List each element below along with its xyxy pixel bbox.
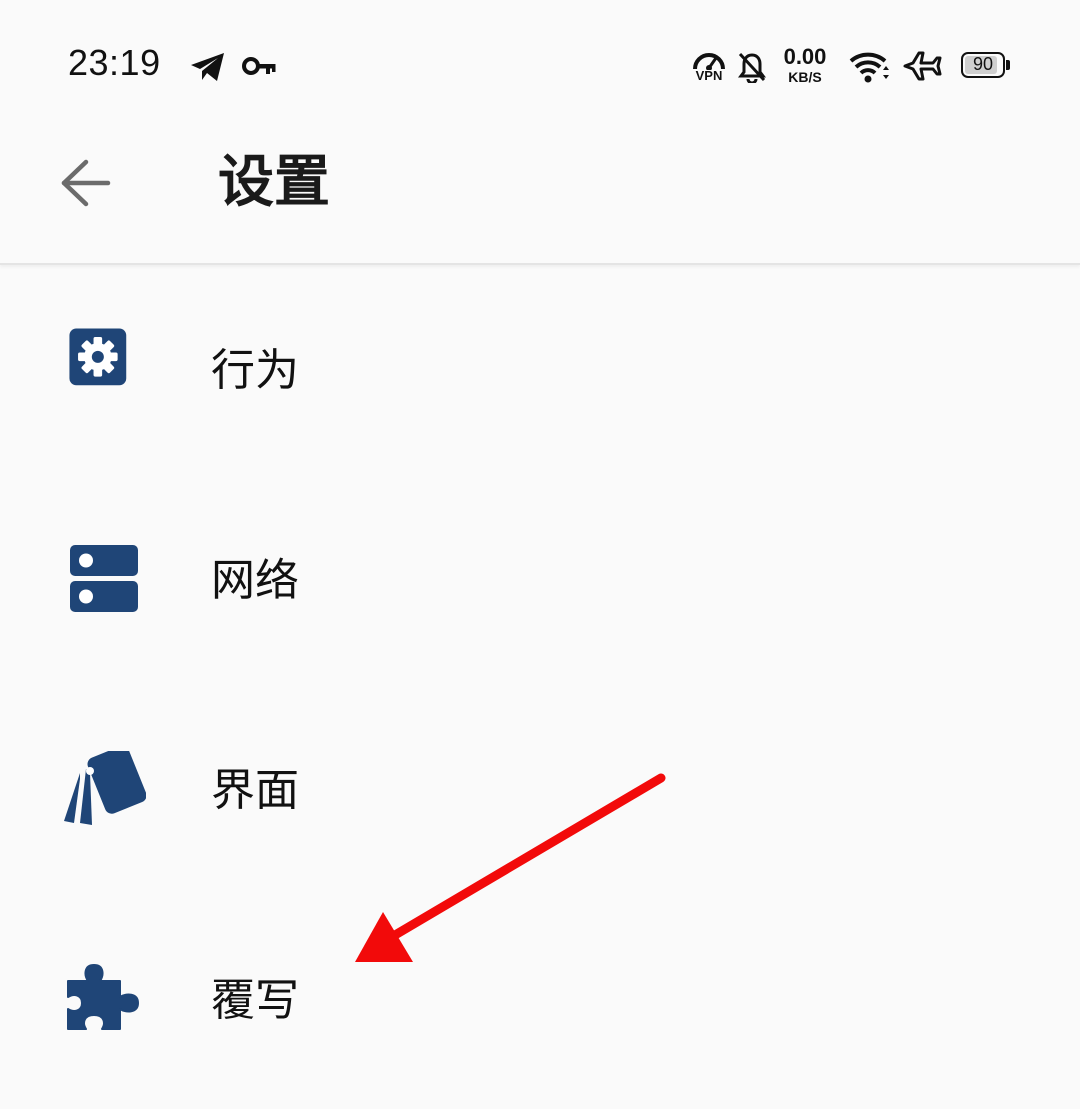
server-icon <box>70 545 138 612</box>
network-speed-value: 0.00 <box>783 44 827 69</box>
vpn-speed-icon: VPN <box>692 50 726 84</box>
settings-item-label: 网络 <box>211 555 299 606</box>
gear-icon <box>69 328 127 386</box>
settings-item-network[interactable]: 网络 <box>0 475 1080 685</box>
vpn-key-icon <box>242 57 276 75</box>
arrow-back-icon <box>61 159 111 207</box>
status-bar: 23:19 VPN 0.00 KB/S 90 <box>0 0 1080 130</box>
cards-icon <box>64 751 146 825</box>
airplane-icon <box>903 51 942 81</box>
settings-item-behavior[interactable]: 行为 <box>0 265 1080 475</box>
bell-off-icon <box>738 52 766 83</box>
settings-item-label: 界面 <box>211 765 299 816</box>
network-speed-unit: KB/S <box>788 69 822 85</box>
settings-item-override[interactable]: 覆写 <box>0 895 1080 1105</box>
battery-indicator: 90 <box>961 52 1005 78</box>
battery-tip <box>1006 60 1010 70</box>
settings-item-label: 行为 <box>211 345 299 396</box>
settings-item-label: 覆写 <box>211 975 299 1026</box>
puzzle-icon <box>67 964 139 1030</box>
network-speed: 0.00 KB/S <box>778 44 832 85</box>
back-button[interactable] <box>50 152 120 214</box>
vpn-label: VPN <box>695 68 723 83</box>
telegram-icon <box>191 53 224 81</box>
battery-level: 90 <box>972 54 994 74</box>
wifi-icon <box>849 52 889 83</box>
status-time: 23:19 <box>68 42 161 83</box>
app-bar: 设置 <box>0 130 1080 265</box>
settings-item-interface[interactable]: 界面 <box>0 685 1080 895</box>
page-title: 设置 <box>218 150 330 215</box>
